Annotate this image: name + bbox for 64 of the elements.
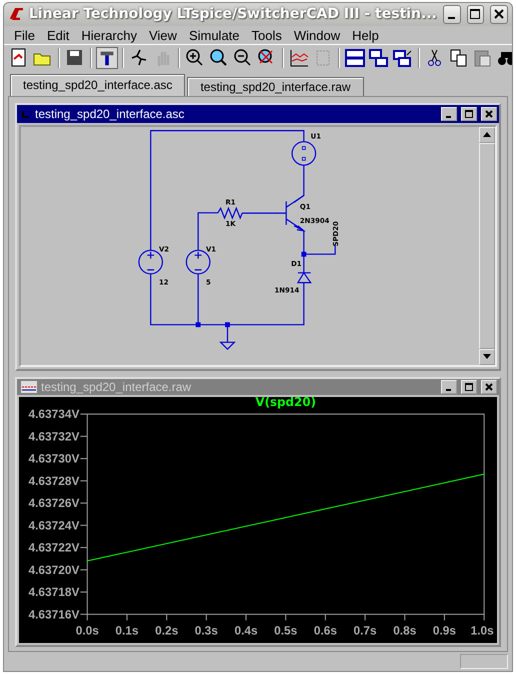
maximize-icon: [464, 108, 474, 119]
close-button[interactable]: [490, 4, 508, 24]
chart-title: V(spd20): [255, 397, 316, 410]
x-axis-label: 0.0s: [76, 624, 99, 638]
y-axis-label: 4.63728V: [28, 474, 80, 488]
y-axis-label: 4.63732V: [28, 430, 80, 444]
close-icon: [493, 8, 506, 20]
resistor-symbol: [217, 206, 243, 220]
window-title: Linear Technology LTspice/SwitcherCAD III - testin...: [28, 6, 437, 22]
x-axis-label: 0.5s: [274, 624, 298, 638]
minimize-button[interactable]: [442, 4, 461, 24]
maximize-icon: [464, 382, 474, 392]
document-tab[interactable]: testing_spd20_interface.raw: [187, 76, 364, 96]
x-axis-label: 0.4s: [234, 624, 258, 638]
status-cell: [460, 654, 508, 669]
y-axis-label: 4.63726V: [28, 496, 80, 511]
y-axis-label: 4.63724V: [28, 518, 80, 533]
current-source-symbol: [292, 141, 316, 166]
minimize-icon: [446, 116, 451, 118]
x-axis-label: 0.6s: [314, 624, 337, 638]
menu-item[interactable]: Simulate: [182, 28, 246, 43]
document-tab[interactable]: testing_spd20_interface.asc: [10, 74, 186, 96]
menu-item[interactable]: Edit: [40, 28, 76, 43]
app-logo-icon: [8, 8, 23, 20]
y-axis-label: 4.63734V: [28, 408, 80, 422]
x-axis-label: 0.8s: [393, 624, 416, 638]
window-title: testing_spd20_interface.raw: [41, 380, 192, 394]
hammer-icon[interactable]: [96, 46, 118, 69]
ground-symbol: [219, 342, 236, 350]
menu-item[interactable]: Window: [288, 28, 346, 43]
x-axis-label: 0.2s: [155, 624, 178, 638]
tile-windows-icon[interactable]: [344, 46, 366, 69]
window-title: testing_spd20_interface.asc: [35, 106, 186, 121]
cursor-icon: [21, 108, 31, 119]
menu-item[interactable]: Tools: [246, 28, 288, 43]
x-axis-label: 0.1s: [115, 624, 139, 638]
cascade-windows-icon[interactable]: [368, 46, 390, 69]
up-arrow-icon: [483, 132, 491, 138]
x-axis-label: 0.9s: [432, 624, 456, 638]
down-arrow-icon: [483, 354, 491, 360]
close-icon: [484, 108, 494, 119]
menu-item[interactable]: Hierarchy: [75, 28, 143, 43]
x-axis-label: 0.7s: [354, 624, 377, 638]
diode-symbol: [296, 272, 312, 284]
y-axis-label: 4.63718V: [28, 585, 80, 600]
maximize-icon: [469, 8, 482, 20]
voltage-source-symbol: [186, 250, 210, 274]
y-axis-label: 4.63722V: [28, 540, 80, 556]
maximize-button[interactable]: [466, 4, 484, 24]
menu-item[interactable]: Help: [346, 28, 385, 43]
scroll-up-button[interactable]: [479, 126, 495, 143]
waveform-icon: [21, 381, 37, 394]
y-axis-label: 4.63716V: [28, 608, 80, 622]
x-axis-label: 1.0s: [470, 624, 494, 638]
minimize-icon: [448, 17, 455, 20]
menu-item[interactable]: View: [142, 28, 183, 43]
y-axis-label: 4.63720V: [28, 563, 80, 578]
minimize-icon: [446, 389, 451, 392]
close-icon: [484, 382, 494, 392]
scroll-down-button[interactable]: [479, 348, 495, 365]
y-axis-label: 4.63730V: [28, 452, 80, 466]
voltage-source-symbol: [138, 250, 163, 274]
menu-item[interactable]: File: [8, 28, 41, 43]
x-axis-label: 0.3s: [194, 624, 218, 638]
